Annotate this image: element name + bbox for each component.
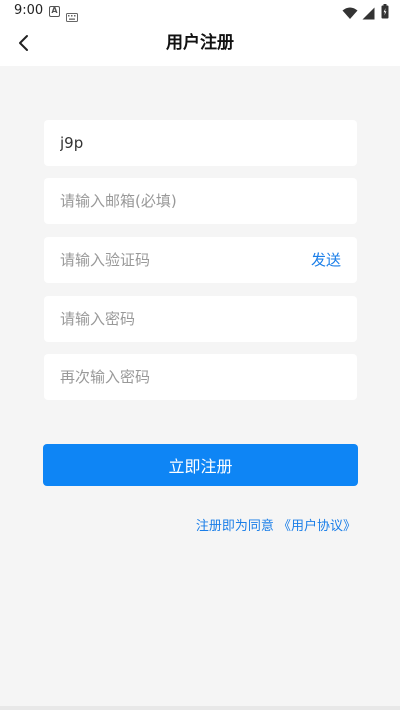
bottom-edge [0,706,400,710]
password-input[interactable] [60,296,300,342]
agreement-text: 注册即为同意 《用户协议》 [196,515,356,534]
signal-icon [362,5,375,24]
a-icon: A [49,6,60,17]
chevron-left-icon [17,34,29,56]
wifi-icon [342,5,358,24]
title-bar: 用户注册 [0,24,400,66]
username-input[interactable] [60,120,300,166]
battery-icon [381,4,389,23]
back-button[interactable] [8,30,38,60]
agreement-prefix: 注册即为同意 [195,519,274,534]
confirm-password-field [44,354,357,400]
confirm-password-input[interactable] [60,354,300,400]
send-code-button[interactable]: 发送 [311,237,341,283]
password-field [44,296,357,342]
email-field [44,178,357,224]
username-field [44,120,357,166]
status-bar: 9:00 A [0,0,400,24]
status-time: 9:00 [14,3,44,18]
email-input[interactable] [60,178,300,224]
page-title: 用户注册 [166,33,234,53]
user-agreement-link[interactable]: 《用户协议》 [278,519,356,534]
verification-code-field: 发送 [44,237,357,283]
verification-code-input[interactable] [60,237,300,283]
register-button[interactable]: 立即注册 [43,444,358,486]
